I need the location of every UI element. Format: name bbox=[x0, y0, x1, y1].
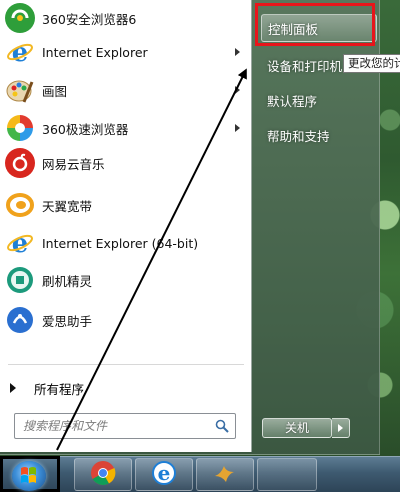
taskbar-chrome-button[interactable] bbox=[74, 458, 132, 491]
submenu-arrow-icon[interactable] bbox=[235, 48, 240, 56]
svg-text:e: e bbox=[12, 38, 29, 66]
program-item-360-safe-browser[interactable]: 360安全浏览器6 bbox=[0, 0, 250, 36]
360-safe-browser-icon bbox=[5, 3, 35, 33]
chevron-right-icon bbox=[338, 424, 343, 432]
tianyi-broadband-icon bbox=[5, 190, 35, 220]
program-label: 画图 bbox=[42, 83, 68, 99]
taskbar-bird-app-button[interactable] bbox=[196, 458, 254, 491]
internet-explorer-icon: e bbox=[5, 37, 35, 67]
netease-music-icon bbox=[5, 148, 35, 178]
paint-icon bbox=[5, 75, 35, 105]
all-programs-label: 所有程序 bbox=[34, 381, 85, 397]
program-item-360-speed-browser[interactable]: 360极速浏览器 bbox=[0, 110, 250, 146]
program-item-tianyi-broadband[interactable]: 天翼宽带 bbox=[0, 187, 250, 223]
expand-arrow-icon bbox=[10, 383, 16, 393]
program-label: 360安全浏览器6 bbox=[42, 11, 137, 27]
program-label: Internet Explorer bbox=[42, 44, 148, 60]
bird-icon bbox=[212, 460, 238, 489]
svg-text:e: e bbox=[12, 229, 29, 257]
all-programs-button[interactable]: 所有程序 bbox=[0, 374, 250, 402]
internet-explorer-icon: e bbox=[151, 460, 177, 489]
taskbar-app-button[interactable] bbox=[257, 458, 317, 491]
flash-wizard-icon bbox=[5, 265, 35, 295]
program-label: 网易云音乐 bbox=[42, 156, 105, 172]
help-and-support-item[interactable]: 帮助和支持 bbox=[261, 121, 377, 149]
taskbar-ie-button[interactable]: e bbox=[135, 458, 193, 491]
program-label: 天翼宽带 bbox=[42, 198, 93, 214]
program-label: 刷机精灵 bbox=[42, 273, 93, 289]
program-label: Internet Explorer (64-bit) bbox=[42, 235, 199, 251]
aisi-assistant-icon bbox=[5, 305, 35, 335]
program-item-netease-music[interactable]: 网易云音乐 bbox=[0, 145, 250, 181]
program-item-aisi-assistant[interactable]: 爱思助手 bbox=[0, 302, 250, 338]
default-programs-item[interactable]: 默认程序 bbox=[261, 86, 377, 114]
windows-logo-icon bbox=[12, 461, 46, 491]
internet-explorer-64-icon: e bbox=[5, 228, 35, 258]
360-speed-browser-icon bbox=[5, 113, 35, 143]
svg-text:e: e bbox=[158, 461, 171, 485]
menu-divider bbox=[8, 364, 244, 365]
tooltip: 更改您的计 bbox=[343, 54, 400, 73]
programs-pane: 360安全浏览器6 e Internet Explorer 画图 360极速浏览… bbox=[0, 0, 252, 452]
control-panel-item[interactable]: 控制面板 bbox=[261, 14, 377, 42]
chrome-icon bbox=[90, 460, 116, 489]
start-menu: 360安全浏览器6 e Internet Explorer 画图 360极速浏览… bbox=[0, 0, 380, 455]
search-icon[interactable] bbox=[215, 419, 229, 433]
search-input[interactable] bbox=[23, 416, 203, 436]
program-label: 360极速浏览器 bbox=[42, 121, 129, 137]
start-button[interactable] bbox=[0, 456, 60, 492]
program-item-internet-explorer-64[interactable]: e Internet Explorer (64-bit) bbox=[0, 225, 250, 261]
submenu-arrow-icon[interactable] bbox=[235, 86, 240, 94]
submenu-arrow-icon[interactable] bbox=[235, 124, 240, 132]
program-item-internet-explorer[interactable]: e Internet Explorer bbox=[0, 34, 250, 70]
shutdown-button[interactable]: 关机 bbox=[262, 418, 332, 438]
program-item-paint[interactable]: 画图 bbox=[0, 72, 250, 108]
program-item-flash-wizard[interactable]: 刷机精灵 bbox=[0, 262, 250, 298]
shutdown-options-button[interactable] bbox=[332, 418, 350, 438]
program-label: 爱思助手 bbox=[42, 313, 93, 329]
search-box[interactable] bbox=[14, 413, 236, 439]
